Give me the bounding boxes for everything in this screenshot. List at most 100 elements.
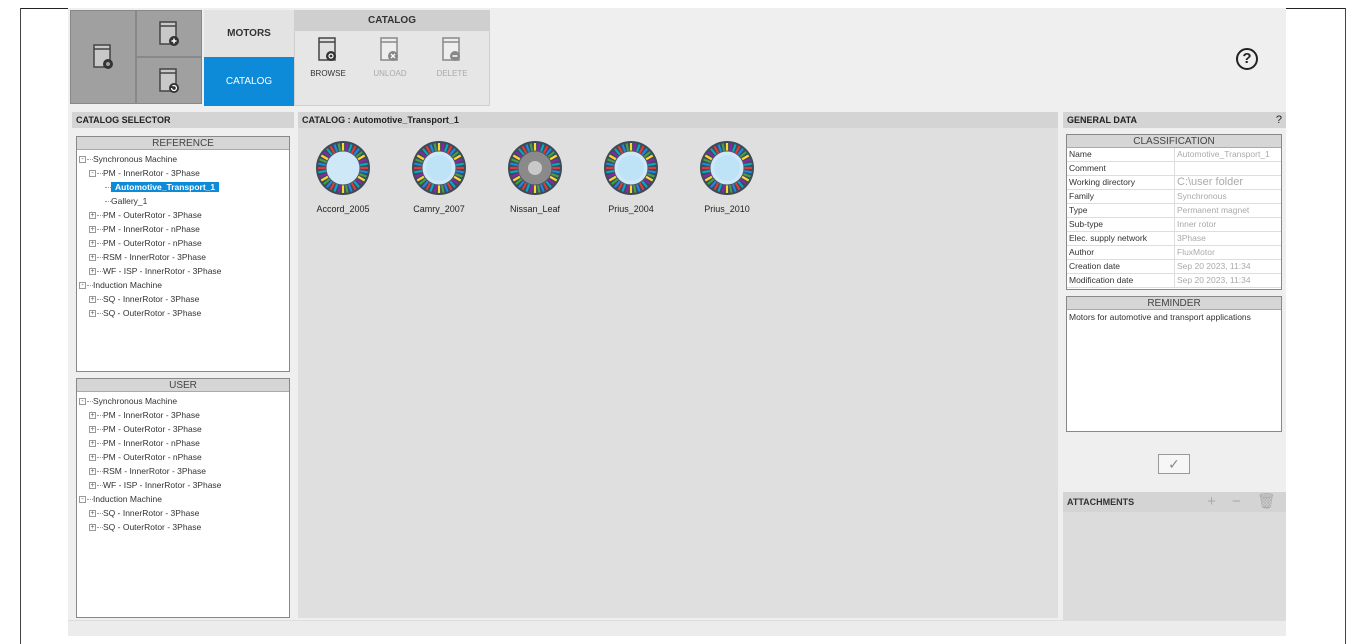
- classification-row: Family Synchronous: [1067, 190, 1281, 204]
- tree-node[interactable]: + RSM - InnerRotor - 3Phase: [79, 464, 287, 478]
- tree-node[interactable]: + PM - OuterRotor - 3Phase: [79, 208, 287, 222]
- tree-node-label: SQ - InnerRotor - 3Phase: [103, 508, 200, 518]
- classification-key: Creation date: [1067, 260, 1175, 273]
- validate-button[interactable]: ✓: [1158, 454, 1190, 474]
- classification-key: Name: [1067, 148, 1175, 161]
- tree-node[interactable]: + PM - InnerRotor - nPhase: [79, 222, 287, 236]
- help-icon[interactable]: ?: [1236, 48, 1258, 70]
- motor-label: Accord_2005: [316, 204, 370, 214]
- unload-button[interactable]: UNLOAD: [365, 37, 415, 78]
- expand-icon[interactable]: +: [89, 310, 96, 318]
- expand-icon[interactable]: +: [89, 226, 96, 234]
- tree-node[interactable]: + PM - OuterRotor - nPhase: [79, 236, 287, 250]
- tree-node[interactable]: + WF - ISP - InnerRotor - 3Phase: [79, 478, 287, 492]
- tree-node-label: PM - OuterRotor - nPhase: [103, 452, 202, 462]
- expand-icon[interactable]: +: [89, 412, 96, 420]
- general-data-title-text: GENERAL DATA: [1067, 115, 1138, 125]
- reminder-header: REMINDER: [1067, 297, 1281, 310]
- tree-node[interactable]: - PM - InnerRotor - 3Phase: [79, 166, 287, 180]
- expand-icon[interactable]: +: [89, 254, 96, 262]
- tree-node[interactable]: Automotive_Transport_1: [79, 180, 287, 194]
- tree-node[interactable]: + SQ - OuterRotor - 3Phase: [79, 306, 287, 320]
- collapse-icon[interactable]: -: [79, 156, 86, 164]
- classification-value[interactable]: FluxMotor: [1175, 246, 1281, 259]
- tree-node[interactable]: - Induction Machine: [79, 492, 287, 506]
- classification-row: Name Automotive_Transport_1: [1067, 148, 1281, 162]
- motor-thumbnail[interactable]: Prius_2010: [682, 140, 772, 214]
- motor-section-icon: [412, 141, 466, 195]
- tree-node-label: PM - InnerRotor - 3Phase: [103, 168, 200, 178]
- collapse-icon[interactable]: -: [79, 398, 86, 406]
- motor-label: Camry_2007: [413, 204, 465, 214]
- classification-value[interactable]: Synchronous: [1175, 190, 1281, 203]
- tree-node[interactable]: + PM - InnerRotor - nPhase: [79, 436, 287, 450]
- motor-thumbnail[interactable]: Accord_2005: [298, 140, 388, 214]
- classification-row: Comment: [1067, 162, 1281, 176]
- app-window: MOTORS CATALOG CATALOG BROWSE UNLOAD DEL…: [68, 8, 1286, 636]
- reminder-panel: REMINDER Motors for automotive and trans…: [1066, 296, 1282, 432]
- expand-icon[interactable]: +: [89, 482, 96, 490]
- expand-icon[interactable]: +: [89, 510, 96, 518]
- browse-button[interactable]: BROWSE: [303, 37, 353, 78]
- tree-node[interactable]: - Induction Machine: [79, 278, 287, 292]
- status-bar: [68, 620, 1286, 636]
- classification-row: Sub-type Inner rotor: [1067, 218, 1281, 232]
- expand-icon[interactable]: +: [89, 426, 96, 434]
- motor-section-icon: [604, 141, 658, 195]
- settings-document-button[interactable]: [70, 10, 136, 104]
- expand-icon[interactable]: +: [89, 440, 96, 448]
- motor-section-icon: [700, 141, 754, 195]
- classification-value[interactable]: Permanent magnet: [1175, 204, 1281, 217]
- collapse-icon[interactable]: -: [89, 170, 96, 178]
- tree-node[interactable]: + PM - OuterRotor - 3Phase: [79, 422, 287, 436]
- motor-label: Prius_2010: [704, 204, 750, 214]
- refresh-document-button[interactable]: [136, 57, 202, 104]
- tree-node[interactable]: - Synchronous Machine: [79, 152, 287, 166]
- expand-icon[interactable]: +: [89, 468, 96, 476]
- classification-row: Working directory C:\user folder: [1067, 176, 1281, 190]
- expand-icon[interactable]: +: [89, 524, 96, 532]
- expand-icon[interactable]: +: [89, 454, 96, 462]
- attachments-tools[interactable]: + − 🗑: [1207, 492, 1282, 512]
- reference-header: REFERENCE: [77, 137, 289, 150]
- tree-node[interactable]: + RSM - InnerRotor - 3Phase: [79, 250, 287, 264]
- motor-thumbnail[interactable]: Camry_2007: [394, 140, 484, 214]
- expand-icon[interactable]: +: [89, 240, 96, 248]
- classification-value[interactable]: C:\user folder: [1175, 176, 1281, 189]
- motor-thumbnail[interactable]: Nissan_Leaf: [490, 140, 580, 214]
- document-gear-icon: [93, 44, 113, 69]
- tree-node-label: Induction Machine: [93, 494, 162, 504]
- tree-node[interactable]: + PM - InnerRotor - 3Phase: [79, 408, 287, 422]
- classification-value[interactable]: Inner rotor: [1175, 218, 1281, 231]
- tree-node[interactable]: Gallery_1: [79, 194, 287, 208]
- tree-node[interactable]: + PM - OuterRotor - nPhase: [79, 450, 287, 464]
- mode-motors-button[interactable]: MOTORS: [204, 10, 294, 57]
- collapse-icon[interactable]: -: [79, 282, 86, 290]
- classification-header: CLASSIFICATION: [1067, 135, 1281, 148]
- reminder-text[interactable]: Motors for automotive and transport appl…: [1067, 310, 1281, 324]
- general-data-help-icon[interactable]: ?: [1276, 112, 1282, 128]
- tree-node[interactable]: + SQ - OuterRotor - 3Phase: [79, 520, 287, 534]
- delete-button[interactable]: DELETE: [427, 37, 477, 78]
- classification-value[interactable]: [1175, 162, 1281, 175]
- collapse-icon[interactable]: -: [79, 496, 86, 504]
- new-document-button[interactable]: [136, 10, 202, 57]
- mode-catalog-button[interactable]: CATALOG: [204, 57, 294, 106]
- classification-value[interactable]: Sep 20 2023, 11:34: [1175, 274, 1281, 287]
- expand-icon[interactable]: +: [89, 212, 96, 220]
- motor-thumbnail[interactable]: Prius_2004: [586, 140, 676, 214]
- tree-node-label: PM - OuterRotor - nPhase: [103, 238, 202, 248]
- classification-value[interactable]: Automotive_Transport_1: [1175, 148, 1281, 161]
- frame-right-border: [1345, 8, 1346, 644]
- classification-value[interactable]: 3Phase: [1175, 232, 1281, 245]
- tree-node[interactable]: + SQ - InnerRotor - 3Phase: [79, 292, 287, 306]
- classification-key: Working directory: [1067, 176, 1175, 189]
- expand-icon[interactable]: +: [89, 296, 96, 304]
- tree-node-label: PM - OuterRotor - 3Phase: [103, 210, 202, 220]
- tree-node[interactable]: + WF - ISP - InnerRotor - 3Phase: [79, 264, 287, 278]
- tree-node[interactable]: - Synchronous Machine: [79, 394, 287, 408]
- tree-node[interactable]: + SQ - InnerRotor - 3Phase: [79, 506, 287, 520]
- expand-icon[interactable]: +: [89, 268, 96, 276]
- document-close-icon: [380, 37, 398, 61]
- classification-value[interactable]: Sep 20 2023, 11:34: [1175, 260, 1281, 273]
